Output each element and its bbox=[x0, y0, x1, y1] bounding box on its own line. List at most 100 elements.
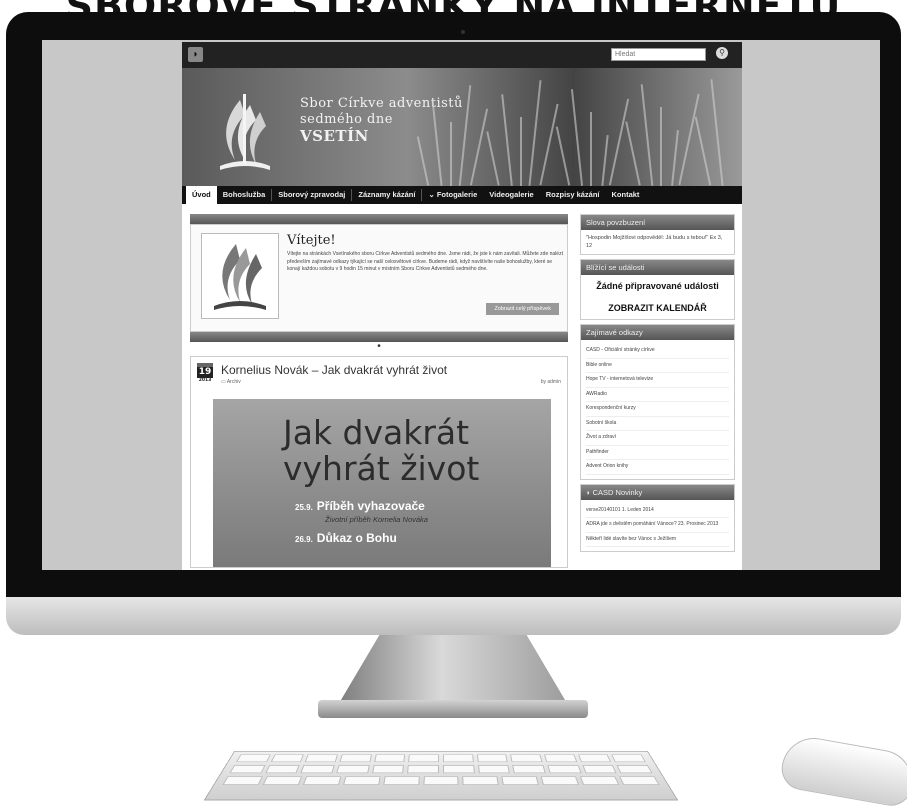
date-year: 2013 bbox=[198, 378, 212, 383]
nav-zaznamy[interactable]: Záznamy kázání bbox=[352, 186, 421, 204]
grass-blade bbox=[625, 121, 641, 186]
news-item[interactable]: verse20140101 1. Leden 2014 bbox=[586, 504, 729, 518]
nav-uvod[interactable]: Úvod bbox=[186, 186, 217, 204]
date-day: 19 bbox=[197, 367, 213, 378]
widget-events: Blížící se události Žádné připravované u… bbox=[580, 259, 735, 320]
grass-blade bbox=[671, 130, 679, 186]
post-card: 19 2013 Kornelius Novák – Jak dvakrát vy… bbox=[190, 356, 568, 568]
post-category-label[interactable]: Archiv bbox=[227, 379, 241, 385]
monitor-chin bbox=[6, 597, 901, 635]
grass-blade bbox=[710, 79, 724, 186]
nav-bohosluzba[interactable]: Bohoslužba bbox=[217, 186, 272, 204]
church-city: VSETÍN bbox=[300, 127, 369, 145]
link-item[interactable]: Život a zdraví bbox=[586, 431, 729, 446]
nav-fotogalerie[interactable]: ⌄ Fotogalerie bbox=[422, 186, 483, 204]
grass-blade bbox=[469, 108, 489, 186]
link-item[interactable]: AWRadio bbox=[586, 388, 729, 402]
church-line1: Sbor Církve adventistů bbox=[300, 96, 463, 111]
post-title[interactable]: Kornelius Novák – Jak dvakrát vyhrát živ… bbox=[221, 363, 447, 377]
poster-line1: Jak dvakrát bbox=[283, 413, 470, 452]
main-nav: Úvod Bohoslužba Sborový zpravodaj Záznam… bbox=[182, 186, 742, 204]
poster-row2-date: 26.9. bbox=[295, 535, 313, 544]
post-author: by admin bbox=[540, 379, 561, 385]
grass-blade bbox=[660, 107, 662, 186]
search-icon[interactable]: ⚲ bbox=[716, 47, 728, 59]
no-events-text: Žádné připravované události bbox=[596, 281, 719, 291]
church-logo-icon bbox=[220, 94, 270, 170]
church-logo-icon bbox=[201, 233, 279, 319]
widget-news: ◗ CASD Novinky verse20140101 1. Leden 20… bbox=[580, 483, 735, 552]
mouse bbox=[778, 732, 907, 809]
grass-blade bbox=[501, 94, 513, 186]
nav-rozpisy[interactable]: Rozpisy kázání bbox=[540, 186, 606, 204]
grass-blade bbox=[590, 112, 592, 186]
widget-links: Zajímavé odkazy CASD - Oficiální stránky… bbox=[580, 324, 735, 480]
rss-icon[interactable]: ◗ bbox=[188, 47, 203, 62]
grass-blade bbox=[570, 89, 584, 186]
welcome-title: Vítejte! bbox=[287, 233, 336, 248]
link-item[interactable]: Advent Orion knihy bbox=[586, 460, 729, 475]
grass-blade bbox=[539, 103, 559, 186]
welcome-box: Vítejte! Vítejte na stránkách Vsetínskéh… bbox=[190, 224, 568, 332]
link-item[interactable]: Korespondenční kurzy bbox=[586, 402, 729, 417]
news-item[interactable]: ADRA jde s dvěstěm pomáhání Vánoce? 23. … bbox=[586, 518, 729, 533]
header-banner: Sbor Církve adventistů sedmého dne VSETÍ… bbox=[182, 68, 742, 186]
widget-title: Zajímavé odkazy bbox=[581, 325, 734, 340]
poster-row1-date: 25.9. bbox=[295, 503, 313, 512]
grass-blade bbox=[555, 126, 571, 186]
calendar-link[interactable]: ZOBRAZIT KALENDÁŘ bbox=[581, 297, 734, 319]
grass-blade bbox=[640, 84, 654, 186]
grass-blade bbox=[694, 116, 712, 186]
poster-row2-title: Důkaz o Bohu bbox=[316, 531, 397, 545]
poster-row2: 26.9. Důkaz o Bohu bbox=[295, 531, 397, 545]
link-item[interactable]: Hope TV - internetová televize bbox=[586, 373, 729, 388]
grass-blade bbox=[601, 135, 609, 186]
widget-encouragement: Slova povzbuzení "Hospodin Mojžíšovi odp… bbox=[580, 214, 735, 255]
grass-blade bbox=[678, 93, 700, 186]
link-item[interactable]: CASD - Oficiální stránky církve bbox=[586, 344, 729, 359]
grass-blade bbox=[450, 122, 452, 186]
link-item[interactable]: Sobotní škola bbox=[586, 417, 729, 431]
link-item[interactable]: Bible online bbox=[586, 359, 729, 373]
grass-blade bbox=[528, 80, 542, 186]
post-category[interactable]: ▭ Archiv bbox=[221, 379, 241, 385]
main-content: Vítejte! Vítejte na stránkách Vsetínskéh… bbox=[190, 214, 568, 568]
grass-blade bbox=[608, 98, 630, 186]
widget-title: ◗ CASD Novinky bbox=[581, 484, 734, 500]
poster-row1-sub: Životní příběh Kornelia Nováka bbox=[325, 515, 428, 524]
links-list: CASD - Oficiální stránky církve Bible on… bbox=[581, 340, 734, 479]
church-name: Sbor Církve adventistů sedmého dne VSETÍ… bbox=[300, 96, 463, 144]
grass-blade bbox=[486, 131, 500, 186]
read-more-button[interactable]: Zobrazit celý příspěvek bbox=[486, 303, 559, 315]
top-bar: ◗ Hledat ⚲ bbox=[182, 42, 742, 68]
search-input[interactable]: Hledat bbox=[611, 48, 706, 61]
slider-dot[interactable]: • bbox=[190, 342, 568, 352]
news-list: verse20140101 1. Leden 2014 ADRA jde s d… bbox=[581, 500, 734, 552]
sidebar: Slova povzbuzení "Hospodin Mojžíšovi odp… bbox=[580, 214, 735, 556]
link-item[interactable]: Pathfinder bbox=[586, 446, 729, 460]
feed-icon: ◗ bbox=[586, 487, 593, 497]
widget-body: "Hospodin Mojžíšovi odpověděl: Já budu s… bbox=[586, 235, 723, 249]
section-bar bbox=[190, 214, 568, 224]
monitor-stand bbox=[338, 635, 568, 705]
poster-row1-title: Příběh vyhazovače bbox=[316, 499, 425, 513]
news-item[interactable]: Někteří lidé slavíte bez Vánoc s Ježíšem bbox=[586, 533, 729, 547]
nav-kontakt[interactable]: Kontakt bbox=[606, 186, 646, 204]
post-date: 19 2013 bbox=[197, 363, 213, 383]
church-line2: sedmého dne bbox=[300, 112, 393, 127]
post-image[interactable]: Jak dvakrát vyhrát život 25.9. Příběh vyh… bbox=[213, 399, 551, 567]
nav-zpravodaj[interactable]: Sborový zpravodaj bbox=[272, 186, 351, 204]
news-title: CASD Novinky bbox=[592, 487, 643, 497]
widget-title: Blížící se události bbox=[581, 260, 734, 275]
welcome-text: Vítejte na stránkách Vsetínského sboru C… bbox=[287, 251, 563, 272]
keyboard bbox=[203, 751, 679, 801]
monitor-screen: ◗ Hledat ⚲ Sbor Církve adventistů sedméh… bbox=[42, 40, 880, 570]
grass-blade bbox=[520, 117, 522, 186]
stand-base bbox=[318, 700, 588, 718]
widget-title: Slova povzbuzení bbox=[581, 215, 734, 230]
poster-row1: 25.9. Příběh vyhazovače bbox=[295, 499, 425, 513]
website: ◗ Hledat ⚲ Sbor Církve adventistů sedméh… bbox=[182, 42, 742, 570]
poster-line2: vyhrát život bbox=[283, 449, 480, 488]
camera-dot bbox=[461, 30, 465, 34]
nav-videogalerie[interactable]: Videogalerie bbox=[483, 186, 539, 204]
